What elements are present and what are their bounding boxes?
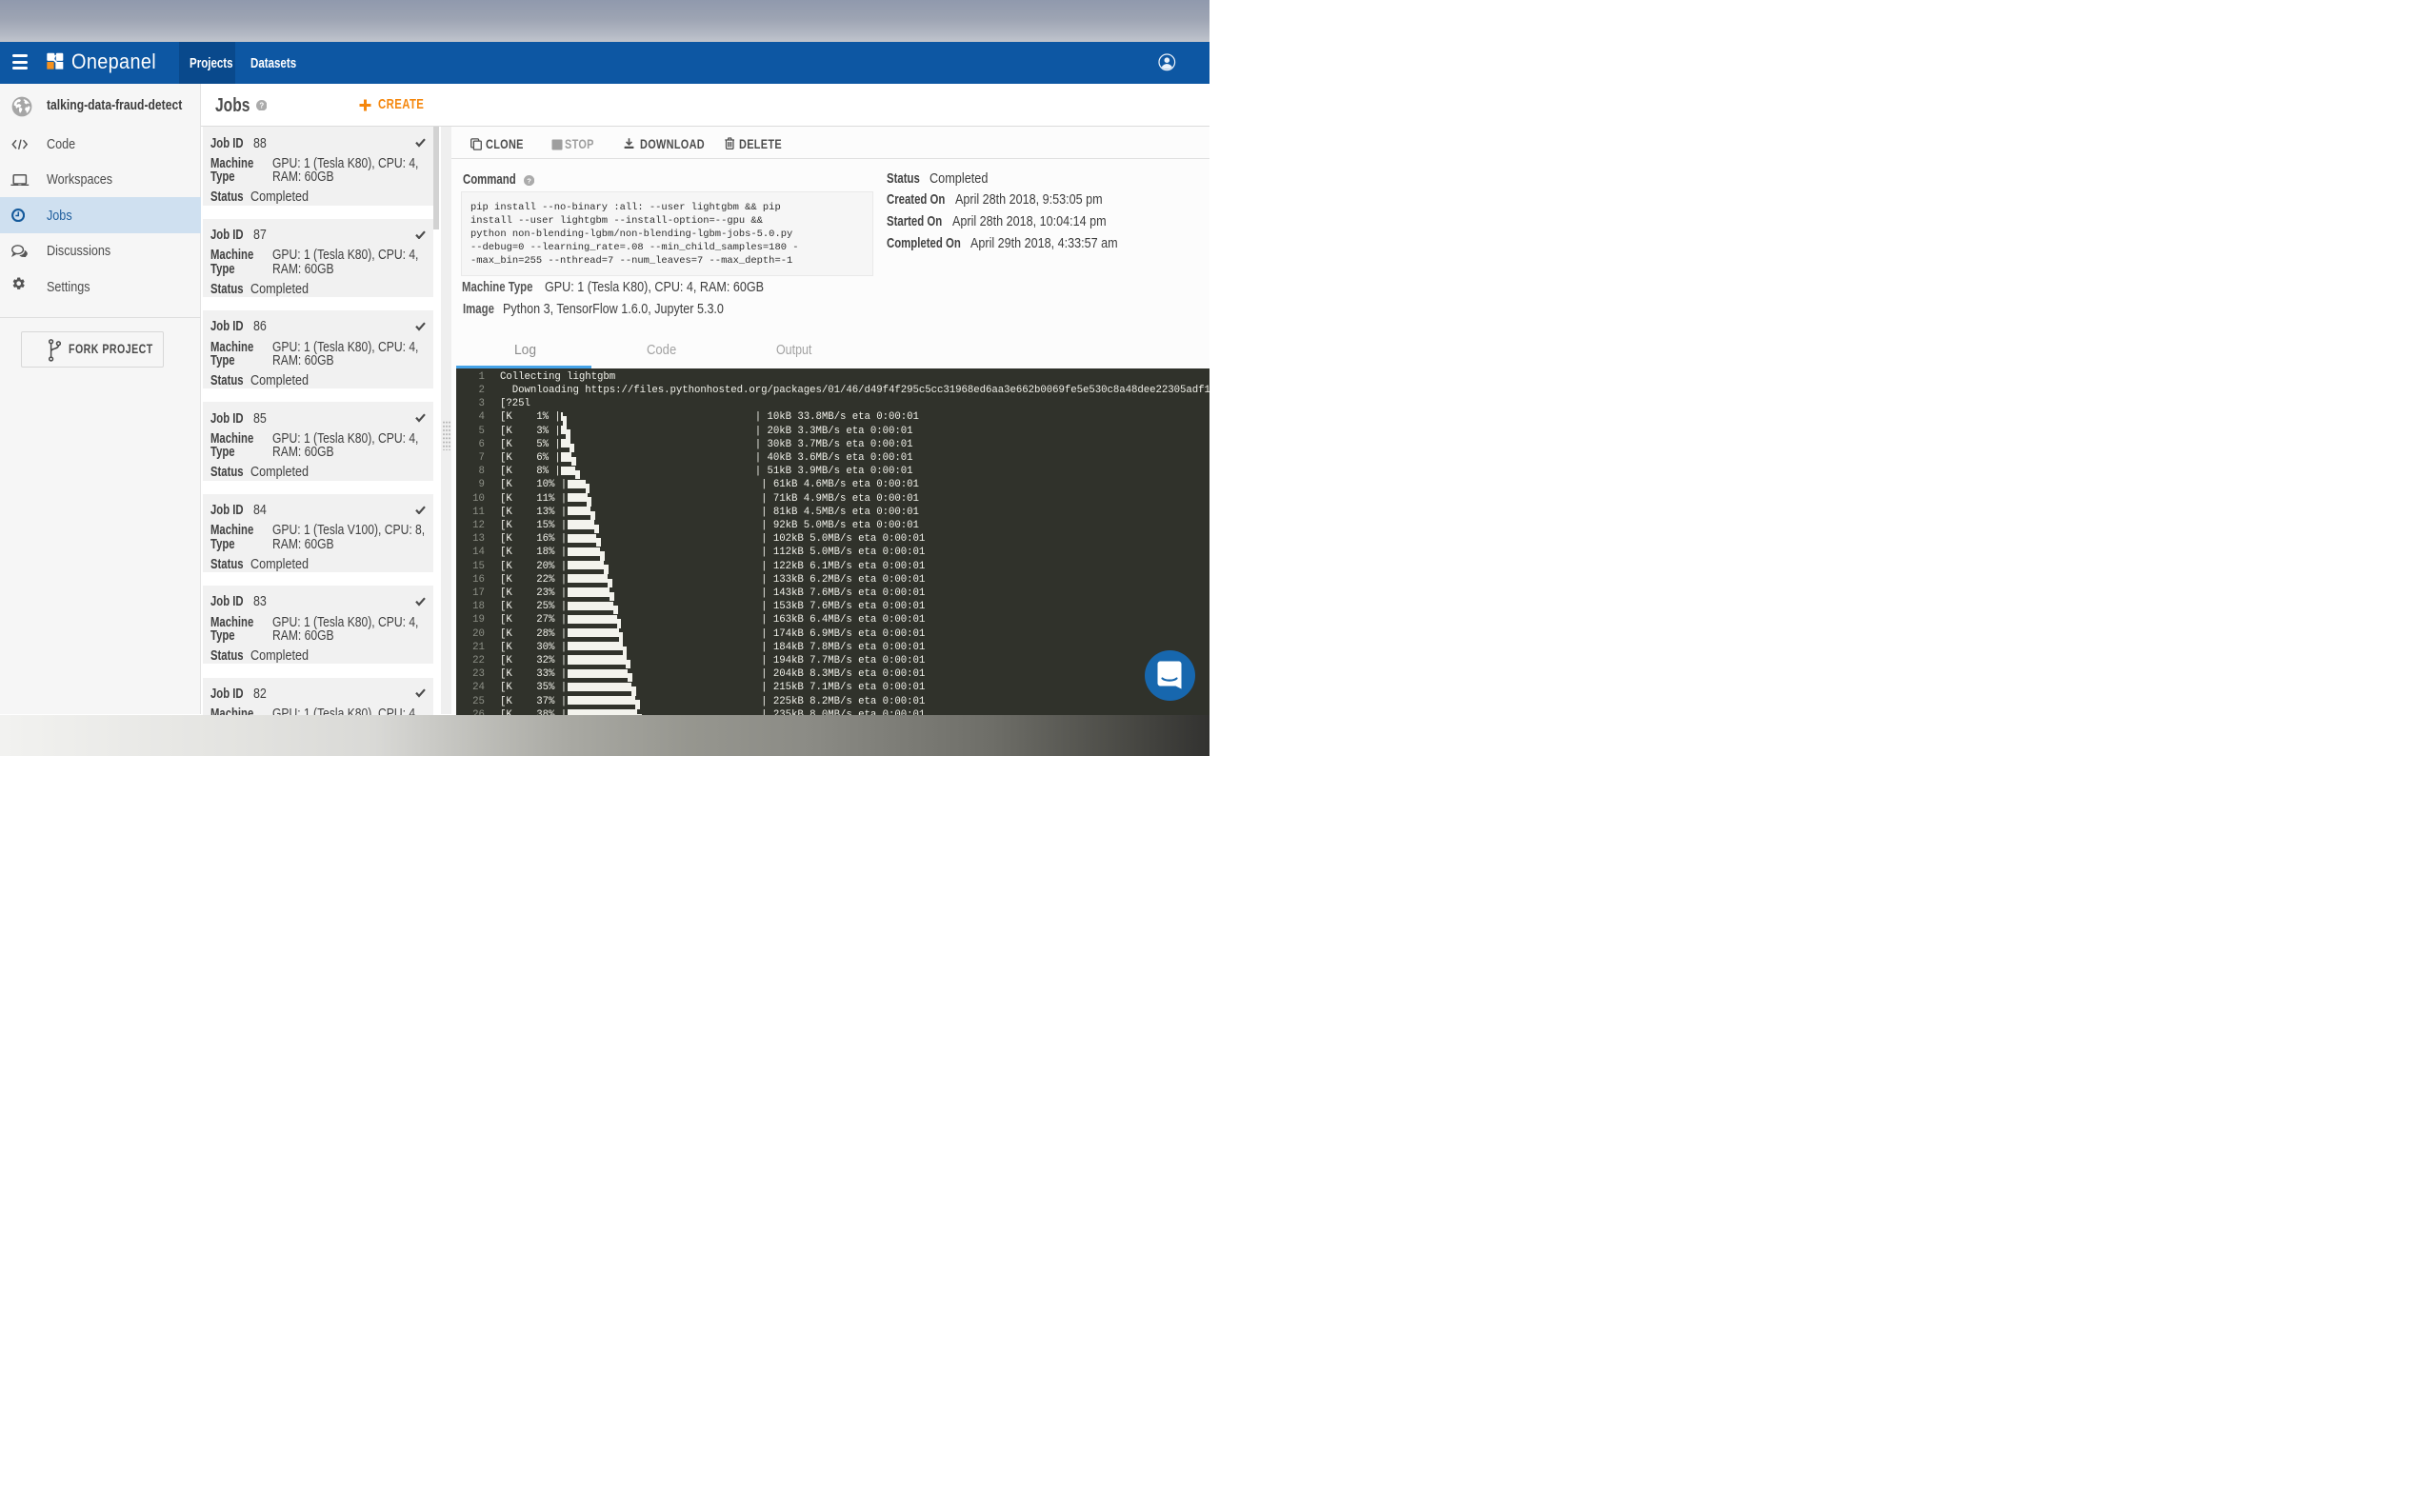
svg-text:?: ? — [259, 101, 264, 109]
svg-text:?: ? — [527, 176, 531, 185]
